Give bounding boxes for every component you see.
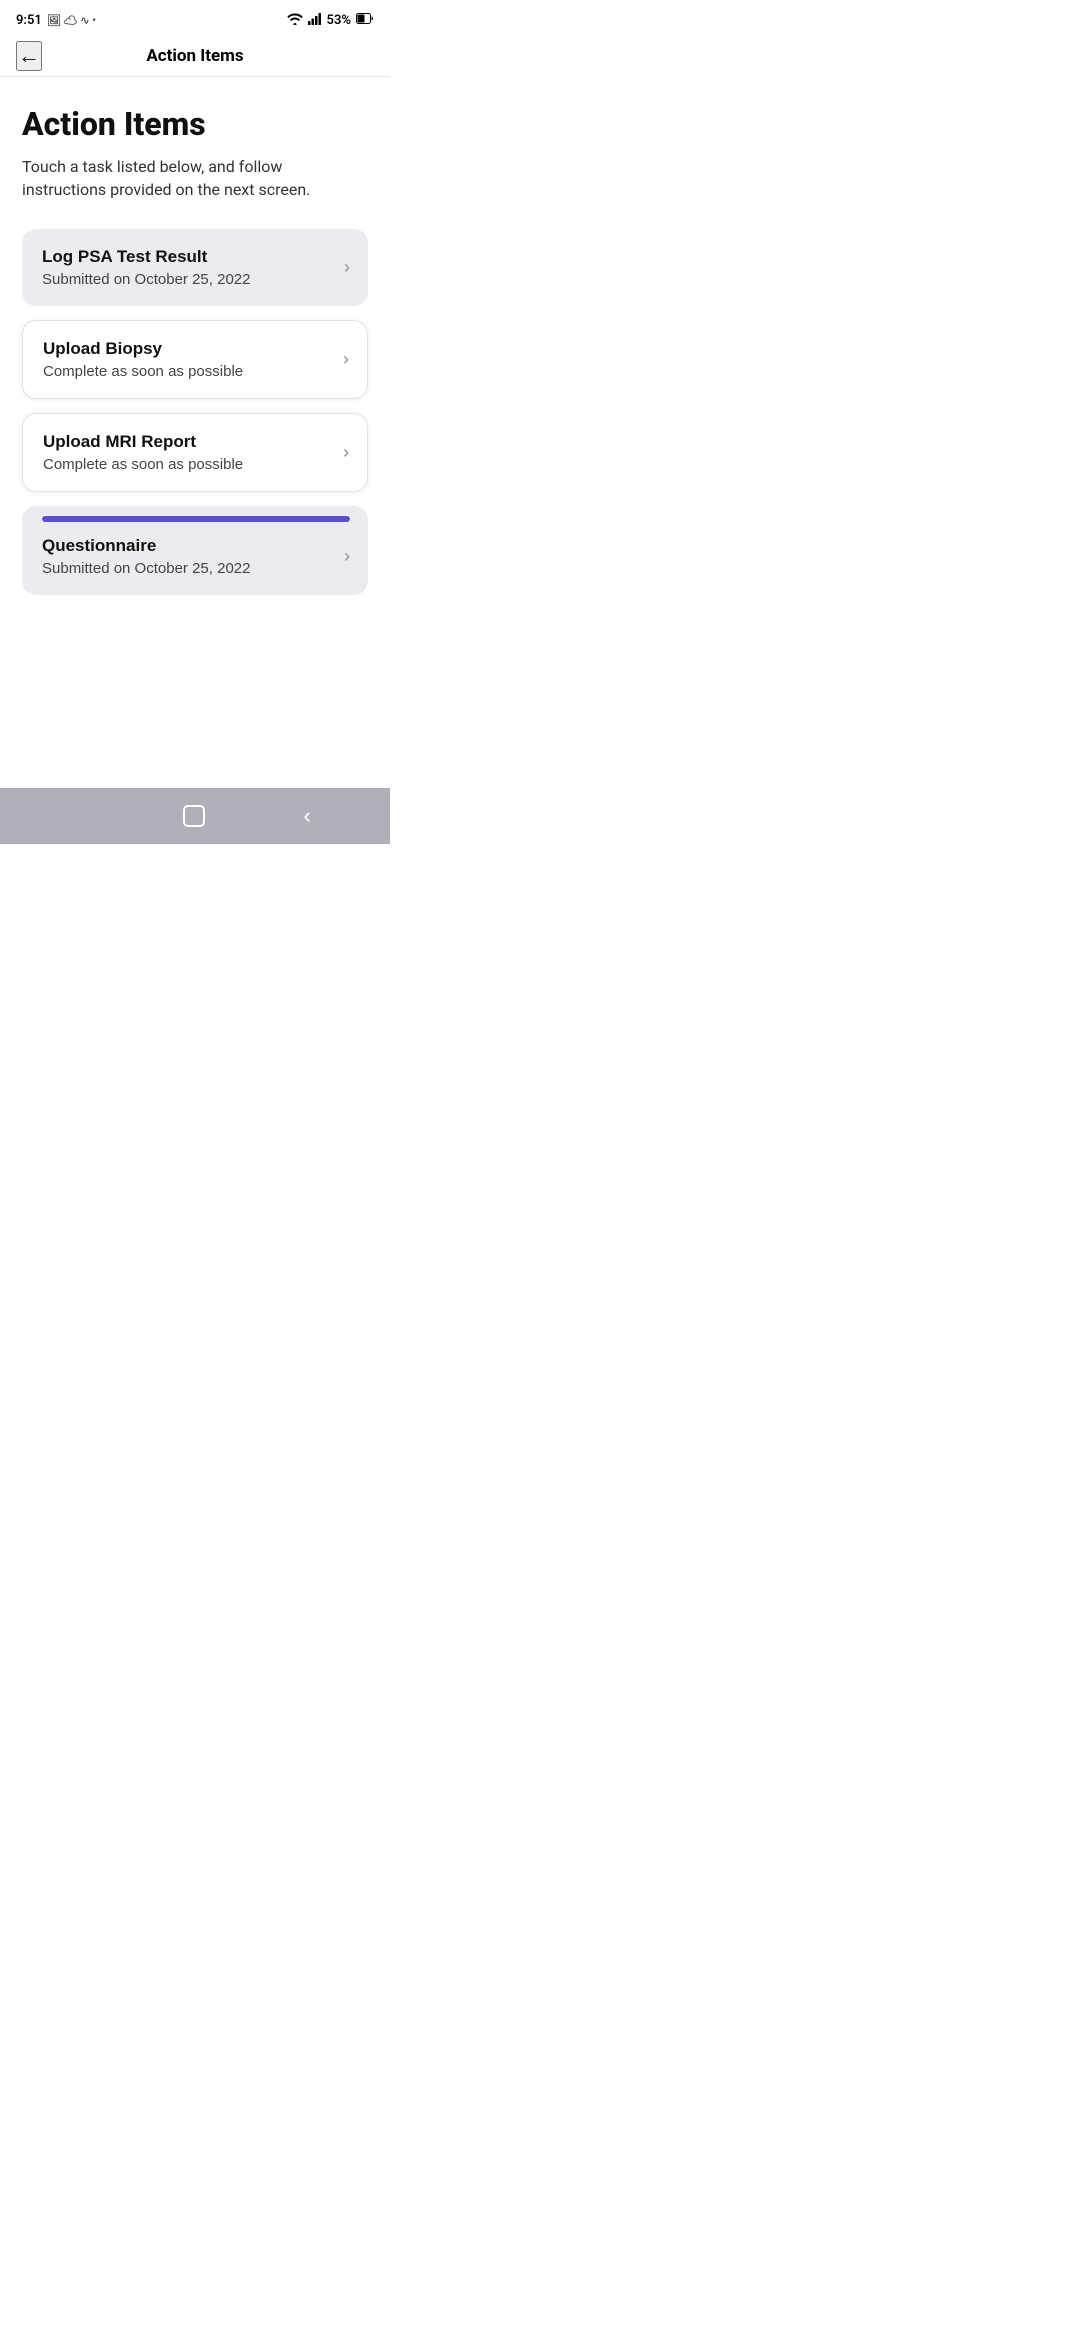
progress-bar-container xyxy=(42,516,350,522)
action-card-questionnaire[interactable]: Questionnaire Submitted on October 25, 2… xyxy=(22,506,368,595)
chevron-right-icon: › xyxy=(343,349,349,370)
back-icon: ← xyxy=(18,43,40,68)
status-right-icons: 53% xyxy=(287,13,374,28)
card-text-upload-biopsy: Upload Biopsy Complete as soon as possib… xyxy=(43,339,333,380)
status-time: 9:51 🖼 ☁ ∿ • xyxy=(16,13,96,28)
nav-title: Action Items xyxy=(146,46,243,66)
card-text-upload-mri: Upload MRI Report Complete as soon as po… xyxy=(43,432,333,473)
action-items-list: Log PSA Test Result Submitted on October… xyxy=(22,229,368,595)
status-bar: 9:51 🖼 ☁ ∿ • 53% xyxy=(0,0,390,36)
back-button[interactable]: ← xyxy=(16,41,42,71)
card-text-questionnaire: Questionnaire Submitted on October 25, 2… xyxy=(42,536,334,577)
chevron-right-icon: › xyxy=(343,442,349,463)
signal-icon xyxy=(308,13,322,28)
home-icon xyxy=(183,805,205,827)
progress-bar-fill xyxy=(42,516,350,522)
action-card-upload-biopsy[interactable]: Upload Biopsy Complete as soon as possib… xyxy=(22,320,368,399)
card-content-row-questionnaire: Questionnaire Submitted on October 25, 2… xyxy=(42,536,350,577)
card-subtitle-upload-mri: Complete as soon as possible xyxy=(43,456,333,473)
action-card-upload-mri[interactable]: Upload MRI Report Complete as soon as po… xyxy=(22,413,368,492)
battery-percent: 53% xyxy=(327,13,351,28)
bottom-nav-bar: ‹ xyxy=(0,788,390,844)
card-title-upload-mri: Upload MRI Report xyxy=(43,432,333,452)
back-nav-icon: ‹ xyxy=(304,803,311,829)
nav-bar: ← Action Items xyxy=(0,36,390,77)
action-card-log-psa[interactable]: Log PSA Test Result Submitted on October… xyxy=(22,229,368,306)
card-subtitle-log-psa: Submitted on October 25, 2022 xyxy=(42,271,334,288)
card-subtitle-questionnaire: Submitted on October 25, 2022 xyxy=(42,560,334,577)
home-button[interactable] xyxy=(163,797,225,835)
page-heading: Action Items xyxy=(22,105,368,143)
card-text-log-psa: Log PSA Test Result Submitted on October… xyxy=(42,247,334,288)
recent-apps-icon xyxy=(79,808,85,824)
card-title-log-psa: Log PSA Test Result xyxy=(42,247,334,267)
card-subtitle-upload-biopsy: Complete as soon as possible xyxy=(43,363,333,380)
chevron-right-icon: › xyxy=(344,546,350,567)
battery-icon xyxy=(356,13,374,27)
time-display: 9:51 xyxy=(16,13,42,28)
back-nav-button[interactable]: ‹ xyxy=(284,795,331,837)
wifi-icon xyxy=(287,13,303,28)
card-title-questionnaire: Questionnaire xyxy=(42,536,334,556)
page-description: Touch a task listed below, and follow in… xyxy=(22,155,368,201)
content-area: Action Items Touch a task listed below, … xyxy=(0,77,390,788)
chevron-right-icon: › xyxy=(344,257,350,278)
recent-apps-button[interactable] xyxy=(59,800,105,832)
status-icons: 🖼 ☁ ∿ • xyxy=(47,14,96,27)
card-title-upload-biopsy: Upload Biopsy xyxy=(43,339,333,359)
